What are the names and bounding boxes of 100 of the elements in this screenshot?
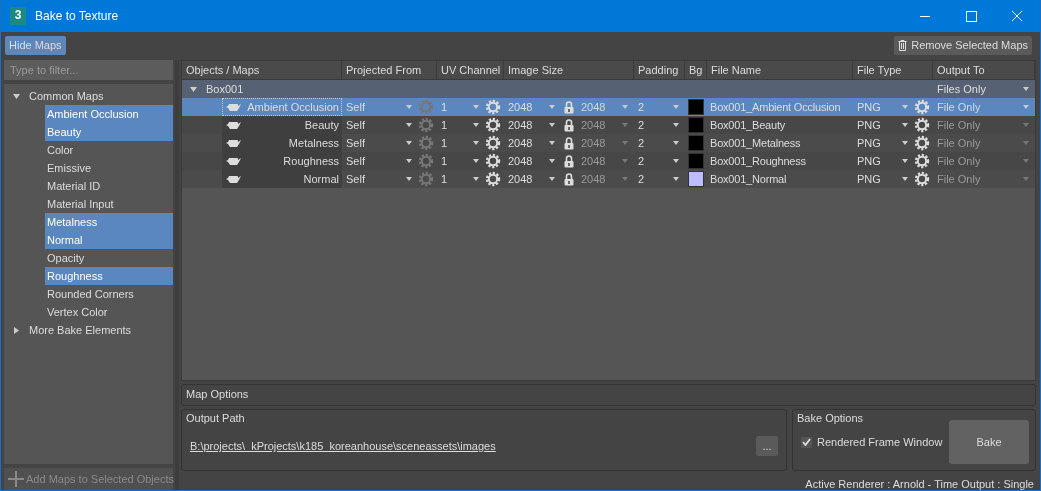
padding-dropdown[interactable]: 2 — [634, 152, 685, 170]
tree-group[interactable]: More Bake Elements — [29, 324, 132, 336]
projected-from-dropdown[interactable]: Self — [342, 152, 418, 170]
lock-icon[interactable] — [564, 172, 574, 186]
tree-group[interactable]: Common Maps — [29, 90, 104, 102]
dropdown-caret-icon[interactable] — [406, 141, 412, 145]
tree-item[interactable]: Roughness — [45, 267, 173, 285]
map-row[interactable]: Roughness Self 1 2048 2048 2 Box001_Roughness PNG File Only — [182, 152, 1035, 170]
tree-item[interactable]: Normal — [45, 231, 173, 249]
dropdown-caret-icon[interactable] — [549, 141, 555, 145]
expand-arrow-icon[interactable] — [13, 326, 20, 334]
object-name[interactable]: Box001 — [206, 83, 244, 95]
tree-item[interactable]: Metalness — [45, 213, 173, 231]
dropdown-caret-icon[interactable] — [1023, 87, 1029, 91]
column-header[interactable]: Bg — [685, 61, 707, 79]
tree-item[interactable]: Color — [45, 141, 173, 159]
lock-icon[interactable] — [564, 100, 574, 114]
image-width-dropdown[interactable]: 2048 — [504, 170, 561, 188]
file-name[interactable]: Box001_Metalness — [710, 137, 801, 149]
dropdown-caret-icon[interactable] — [406, 123, 412, 127]
map-row[interactable]: Normal Self 1 2048 2048 2 Box001_Normal PNG File Only — [182, 170, 1035, 188]
tree-item[interactable]: Material Input — [45, 195, 173, 213]
file-type-dropdown[interactable]: PNG — [853, 170, 914, 188]
image-height-dropdown[interactable]: 2048 — [577, 116, 634, 134]
dropdown-caret-icon[interactable] — [473, 159, 479, 163]
rendered-frame-window-checkbox[interactable]: Rendered Frame Window — [801, 436, 943, 448]
column-header[interactable]: UV Channel — [437, 61, 504, 79]
file-type-dropdown[interactable]: PNG — [853, 134, 914, 152]
dropdown-caret-icon[interactable] — [473, 177, 479, 181]
map-row[interactable]: Beauty Self 1 2048 2048 2 Box001_Beauty PNG File Only — [182, 116, 1035, 134]
bake-button[interactable]: Bake — [949, 420, 1029, 464]
column-header[interactable]: Output To — [933, 61, 1035, 79]
collapse-arrow-icon[interactable] — [13, 92, 20, 100]
dropdown-caret-icon[interactable] — [549, 159, 555, 163]
map-name: Beauty — [304, 119, 339, 131]
output-to-dropdown[interactable]: File Only — [933, 116, 1035, 134]
browse-button[interactable]: ... — [756, 436, 778, 456]
image-height-dropdown[interactable]: 2048 — [577, 152, 634, 170]
file-name[interactable]: Box001_Roughness — [710, 155, 806, 167]
image-width-dropdown[interactable]: 2048 — [504, 116, 561, 134]
dropdown-caret-icon[interactable] — [902, 141, 908, 145]
status-text: Active Renderer : Arnold - Time Output : Single — [804, 477, 1035, 490]
column-header[interactable]: File Name — [707, 61, 853, 79]
padding-dropdown[interactable]: 2 — [634, 116, 685, 134]
projected-from-dropdown[interactable]: Self — [342, 170, 418, 188]
column-header[interactable]: Projected From — [342, 61, 437, 79]
file-type-dropdown[interactable]: PNG — [853, 152, 914, 170]
dropdown-caret-icon[interactable] — [473, 123, 479, 127]
output-to-dropdown[interactable]: File Only — [933, 152, 1035, 170]
column-header[interactable]: Objects / Maps — [182, 61, 342, 79]
tree-item[interactable]: Beauty — [45, 123, 173, 141]
output-dropdown[interactable]: Files Only — [933, 80, 1035, 98]
file-name[interactable]: Box001_Beauty — [710, 119, 786, 131]
tree-item[interactable]: Opacity — [45, 249, 173, 267]
column-header[interactable]: File Type — [853, 61, 933, 79]
projected-from-dropdown[interactable]: Self — [342, 116, 418, 134]
map-name: Normal — [303, 173, 339, 185]
image-width-dropdown[interactable]: 2048 — [504, 134, 561, 152]
dropdown-caret-icon[interactable] — [673, 141, 679, 145]
dropdown-caret-icon[interactable] — [406, 159, 412, 163]
dropdown-caret-icon[interactable] — [902, 159, 908, 163]
tree-item[interactable]: Vertex Color — [45, 303, 173, 321]
tree-item[interactable]: Rounded Corners — [45, 285, 173, 303]
lock-icon[interactable] — [564, 136, 574, 150]
lock-icon[interactable] — [564, 154, 574, 168]
trash-icon — [898, 39, 908, 51]
file-name[interactable]: Box001_Normal — [710, 173, 787, 185]
dropdown-caret-icon[interactable] — [673, 159, 679, 163]
dropdown-caret-icon[interactable] — [549, 177, 555, 181]
tree-item[interactable]: Material ID — [45, 177, 173, 195]
column-header[interactable]: Padding — [634, 61, 685, 79]
uv-channel-dropdown[interactable]: 1 — [437, 152, 485, 170]
padding-dropdown[interactable]: 2 — [634, 134, 685, 152]
dropdown-caret-icon[interactable] — [406, 177, 412, 181]
dropdown-caret-icon[interactable] — [473, 141, 479, 145]
filter-field[interactable]: Type to filter... — [4, 60, 173, 80]
dropdown-caret-icon[interactable] — [673, 123, 679, 127]
remove-selected-maps-button[interactable]: Remove Selected Maps — [894, 35, 1032, 55]
image-width-dropdown[interactable]: 2048 — [504, 152, 561, 170]
dropdown-caret-icon[interactable] — [902, 177, 908, 181]
projected-from-dropdown[interactable]: Self — [342, 134, 418, 152]
uv-channel-dropdown[interactable]: 1 — [437, 170, 485, 188]
uv-channel-dropdown[interactable]: 1 — [437, 134, 485, 152]
tree-item[interactable]: Emissive — [45, 159, 173, 177]
app-logo: 3 — [10, 7, 26, 25]
uv-channel-dropdown[interactable]: 1 — [437, 116, 485, 134]
column-header[interactable]: Image Size — [504, 61, 634, 79]
file-type-dropdown[interactable]: PNG — [853, 116, 914, 134]
tree-item[interactable]: Ambient Occlusion — [45, 105, 173, 123]
map-name: Metalness — [288, 137, 339, 149]
output-path-link[interactable]: B:\projects\_kProjects\k185_koreanhouse\sceneassets\images — [190, 440, 496, 452]
group-title: Map Options — [185, 387, 250, 402]
dropdown-caret-icon[interactable] — [549, 123, 555, 127]
collapse-arrow-icon[interactable] — [190, 85, 197, 93]
window-title: Bake to Texture — [35, 9, 119, 23]
lock-icon[interactable] — [564, 118, 574, 132]
dropdown-caret-icon[interactable] — [673, 177, 679, 181]
padding-dropdown[interactable]: 2 — [634, 170, 685, 188]
map-row[interactable]: Metalness Self 1 2048 2048 2 Box001_Metalness PNG File Only — [182, 134, 1035, 152]
dropdown-caret-icon[interactable] — [902, 123, 908, 127]
